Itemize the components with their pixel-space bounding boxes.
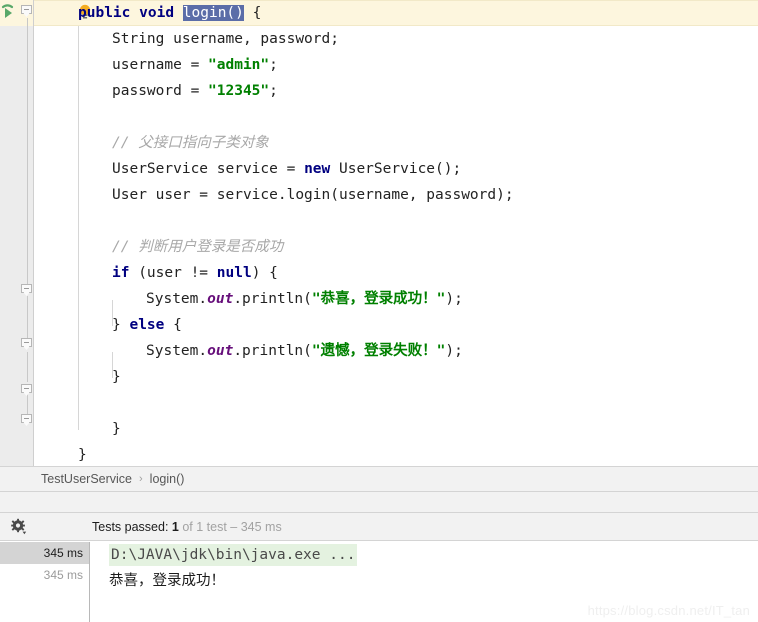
code-token-kw: void — [139, 5, 175, 21]
watermark-text: https://blog.csdn.net/IT_tan — [587, 603, 750, 618]
code-token-cmt: // 父接口指向子类对象 — [112, 135, 269, 151]
test-status-text: Tests passed: 1 of 1 test – 345 ms — [92, 513, 282, 541]
code-token-plain: User user = service.login(username, pass… — [112, 187, 514, 203]
code-line: // 父接口指向子类对象 — [112, 130, 269, 156]
fold-minus-icon[interactable] — [21, 414, 34, 427]
code-token-sel: login() — [182, 5, 244, 21]
code-token-plain: (user != — [129, 265, 217, 281]
console-command-line: D:\JAVA\jdk\bin\java.exe ... — [91, 542, 758, 568]
code-line: if (user != null) { — [112, 260, 278, 286]
code-token-plain: System. — [146, 291, 208, 307]
code-token-plain: ); — [445, 343, 463, 359]
code-token-plain: ; — [269, 57, 278, 73]
fold-region-line — [27, 352, 28, 382]
code-token-str: "遗憾，登录失败！" — [311, 343, 446, 359]
code-token-plain: } — [112, 421, 121, 437]
code-token-plain: .println( — [233, 291, 312, 307]
breadcrumb-method[interactable]: login() — [150, 472, 185, 486]
run-arrow-icon[interactable] — [1, 4, 19, 22]
test-timing-column[interactable]: 345 ms 345 ms — [0, 542, 90, 622]
test-timing-row[interactable]: 345 ms — [0, 542, 89, 564]
code-line: System.out.println("恭喜，登录成功！"); — [146, 286, 463, 312]
code-token-plain: System. — [146, 343, 208, 359]
code-line: // 判断用户登录是否成功 — [112, 234, 283, 260]
code-line: UserService service = new UserService(); — [112, 156, 461, 182]
test-timing-row[interactable]: 345 ms — [0, 564, 89, 586]
breadcrumb-class[interactable]: TestUserService — [41, 472, 132, 486]
editor-gutter[interactable] — [0, 0, 34, 466]
code-line: username = "admin"; — [112, 52, 278, 78]
code-token-str: "12345" — [208, 83, 270, 99]
code-line: } — [112, 416, 121, 442]
code-token-plain: .println( — [233, 343, 312, 359]
code-line: String username, password; — [112, 26, 339, 52]
code-token-fld: out — [207, 291, 234, 307]
breadcrumb-separator-icon: › — [139, 473, 143, 485]
code-line: password = "12345"; — [112, 78, 278, 104]
code-line: } — [78, 442, 87, 466]
code-line: User user = service.login(username, pass… — [112, 182, 514, 208]
fold-region-line — [27, 296, 28, 344]
code-token-str: "恭喜，登录成功！" — [311, 291, 446, 307]
tests-detail: of 1 test – 345 ms — [178, 520, 282, 534]
gear-icon[interactable] — [10, 518, 28, 536]
fold-minus-icon[interactable] — [21, 5, 34, 18]
code-token-plain: UserService(); — [330, 161, 462, 177]
code-line: } — [112, 364, 121, 390]
code-token-plain: password = — [112, 83, 209, 99]
code-token-plain: String username, password; — [112, 31, 339, 47]
code-token-plain: { — [164, 317, 182, 333]
code-token-fld: out — [207, 343, 234, 359]
code-token-plain: username = — [112, 57, 209, 73]
code-token-kw: new — [304, 161, 331, 177]
code-token-plain: } — [112, 317, 130, 333]
code-token-plain: } — [78, 447, 87, 463]
fold-minus-icon[interactable] — [21, 284, 34, 297]
code-text-area[interactable]: public void login() { String username, pa… — [34, 0, 758, 466]
breadcrumb[interactable]: TestUserService › login() — [0, 466, 758, 492]
code-editor-pane[interactable]: public void login() { String username, pa… — [0, 0, 758, 466]
indent-guide — [78, 26, 79, 430]
code-token-plain: } — [112, 369, 121, 385]
fold-minus-icon[interactable] — [21, 338, 34, 351]
tests-passed-count: 1 — [171, 520, 179, 534]
code-line: System.out.println("遗憾，登录失败！"); — [146, 338, 463, 364]
code-token-kw: null — [216, 265, 252, 281]
code-token-plain: UserService service = — [112, 161, 305, 177]
code-token-cmt: // 判断用户登录是否成功 — [112, 239, 284, 255]
fold-minus-icon[interactable] — [21, 384, 34, 397]
code-token-plain: ; — [269, 83, 278, 99]
tests-passed-label: Tests passed: — [92, 520, 172, 534]
console-result-line: 恭喜，登录成功！ — [109, 573, 225, 589]
code-token-plain: ) { — [251, 265, 278, 281]
code-line: public void login() { — [78, 0, 261, 26]
code-line: } else { — [112, 312, 182, 338]
panel-divider-strip — [0, 492, 758, 513]
code-token-plain: ); — [445, 291, 463, 307]
console-command-text: D:\JAVA\jdk\bin\java.exe ... — [109, 544, 358, 566]
code-token-plain: { — [243, 5, 262, 21]
code-token-str: "admin" — [208, 57, 270, 73]
test-runner-toolbar[interactable]: Tests passed: 1 of 1 test – 345 ms — [0, 513, 758, 541]
code-token-kw: else — [129, 317, 165, 333]
code-token-kw: public — [78, 5, 131, 21]
code-token-kw: if — [112, 265, 130, 281]
fold-region-line — [27, 18, 28, 288]
